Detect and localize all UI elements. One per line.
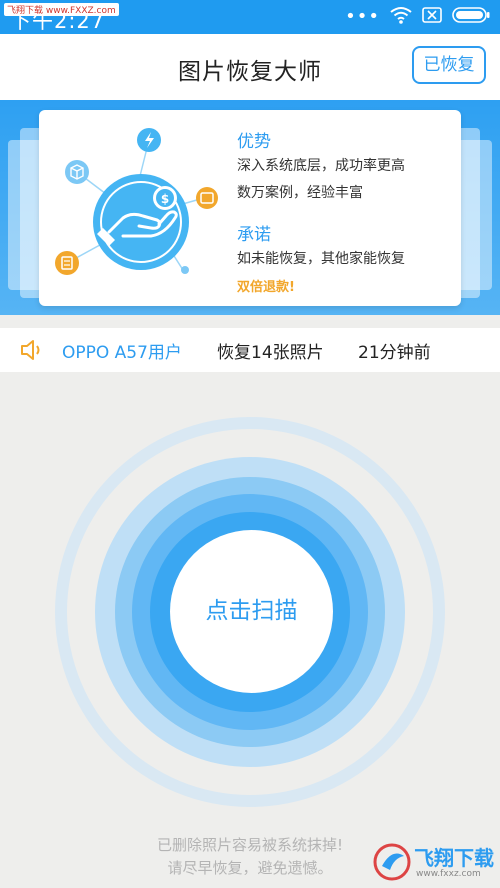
status-bar: 下午2:27 飞翔下载 www.FXXZ.com •••	[0, 0, 500, 34]
notice-user: OPPO A57用户	[62, 343, 182, 363]
notice-time: 21分钟前	[358, 343, 431, 363]
recovery-notice-bar: OPPO A57用户 恢复14张照片 21分钟前	[0, 328, 500, 372]
battery-icon	[452, 7, 490, 27]
notice-action: 恢复14张照片	[217, 343, 324, 363]
status-icons: •••	[345, 7, 490, 27]
brand-watermark: 飞翔下载 www.fxxz.com	[372, 842, 494, 884]
speaker-icon	[20, 339, 44, 365]
brand-logo-icon	[373, 843, 411, 881]
close-box-icon	[422, 7, 442, 27]
top-watermark: 飞翔下载 www.FXXZ.com	[4, 3, 119, 16]
advantage-line-1: 深入系统底层，成功率更高	[237, 158, 405, 174]
svg-text:$: $	[161, 192, 169, 206]
scan-button[interactable]: 点击扫描	[170, 530, 333, 693]
advantage-title: 优势	[237, 132, 271, 152]
promise-line-1: 如未能恢复，其他家能恢复	[237, 251, 405, 267]
double-refund-highlight: 双倍退款!	[237, 280, 295, 295]
app-header: 图片恢复大师 已恢复	[0, 34, 500, 100]
promo-card[interactable]: $ 优势 深入系统底层，成功率更高 数万案例，经验丰富 承诺 如未能恢复，其他家…	[39, 110, 461, 306]
advantage-line-2: 数万案例，经验丰富	[237, 185, 363, 201]
brand-watermark-text: 飞翔下载	[414, 846, 494, 870]
hand-coin-illustration: $	[55, 128, 218, 275]
brand-watermark-url: www.fxxz.com	[416, 869, 481, 879]
wifi-icon	[390, 6, 412, 28]
promise-title: 承诺	[237, 225, 271, 245]
recovered-button[interactable]: 已恢复	[412, 46, 486, 84]
more-dots-icon: •••	[345, 6, 380, 27]
